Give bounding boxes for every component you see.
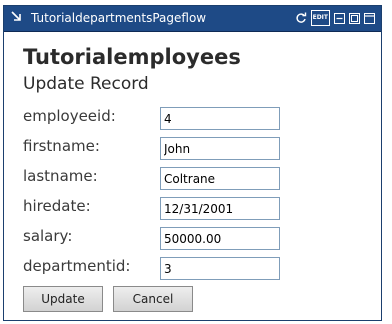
portlet-content: Tutorialemployees Update Record employee… [4, 32, 381, 320]
portlet-titlebar: TutorialdepartmentsPageflow EDIT [4, 6, 381, 32]
page-subtitle: Update Record [23, 74, 149, 94]
collapse-arrow-icon[interactable] [11, 11, 22, 24]
lastname-label: lastname: [23, 167, 98, 185]
departmentid-label: departmentid: [23, 257, 131, 275]
hiredate-label: hiredate: [23, 197, 91, 215]
float-icon[interactable] [364, 12, 375, 24]
salary-label: salary: [23, 227, 73, 245]
departmentid-field[interactable] [160, 257, 280, 280]
portlet-window: TutorialdepartmentsPageflow EDIT Tutoria… [3, 5, 382, 321]
employeeid-field[interactable] [160, 107, 280, 130]
edit-button[interactable]: EDIT [310, 10, 330, 26]
update-button[interactable]: Update [23, 286, 103, 312]
maximize-icon[interactable] [349, 12, 360, 24]
firstname-field[interactable] [160, 137, 280, 160]
salary-field[interactable] [160, 227, 280, 250]
hiredate-field[interactable] [160, 197, 280, 220]
minimize-icon[interactable] [334, 12, 345, 24]
titlebar-controls: EDIT [295, 10, 375, 26]
refresh-icon[interactable] [295, 12, 307, 24]
employeeid-label: employeeid: [23, 107, 116, 125]
page-title: Tutorialemployees [23, 45, 241, 69]
lastname-field[interactable] [160, 167, 280, 190]
cancel-button[interactable]: Cancel [113, 286, 193, 312]
firstname-label: firstname: [23, 137, 100, 155]
portlet-title: TutorialdepartmentsPageflow [31, 11, 207, 25]
